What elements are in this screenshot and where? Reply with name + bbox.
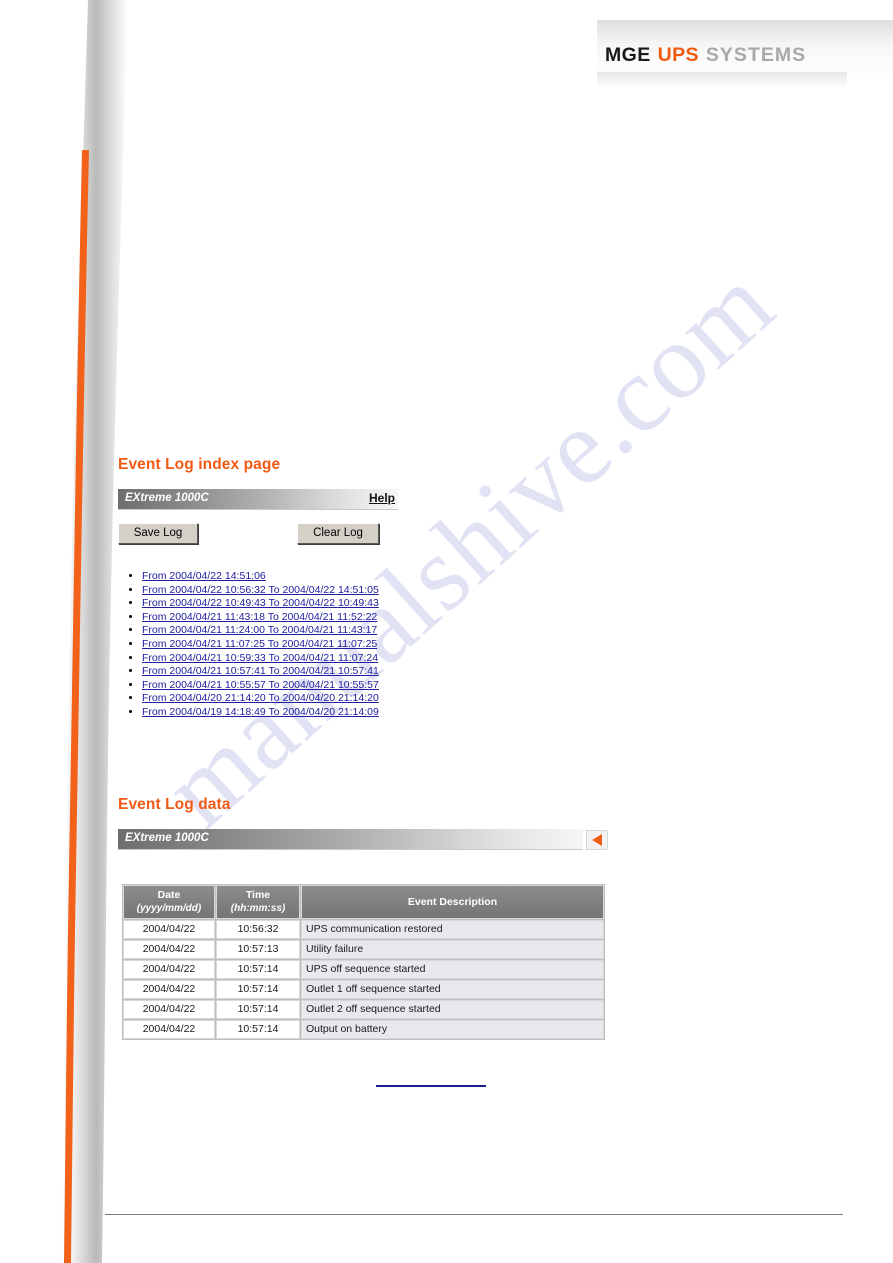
list-item: From 2004/04/21 10:59:33 To 2004/04/21 1… <box>142 652 379 666</box>
column-header-date-label: Date <box>157 889 181 901</box>
table-header-row: Date (yyyy/mm/dd) Time (hh:mm:ss) Event … <box>123 885 604 919</box>
list-item: From 2004/04/22 14:51:06 <box>142 570 379 584</box>
section-title-event-log-data: Event Log data <box>118 796 231 813</box>
event-log-range-link[interactable]: From 2004/04/22 10:56:32 To 2004/04/22 1… <box>142 584 379 596</box>
cell-event: Outlet 1 off sequence started <box>301 980 604 999</box>
event-log-range-link[interactable]: From 2004/04/22 14:51:06 <box>142 570 266 582</box>
index-device-name: EXtreme 1000C <box>125 492 209 504</box>
footer-divider <box>105 1214 843 1215</box>
table-row: 2004/04/22 10:57:14 Output on battery <box>123 1020 604 1039</box>
cell-event: UPS communication restored <box>301 920 604 939</box>
list-item: From 2004/04/21 11:24:00 To 2004/04/21 1… <box>142 624 379 638</box>
brand-logo: MGE UPS SYSTEMS <box>597 20 893 88</box>
column-header-date: Date (yyyy/mm/dd) <box>123 885 215 919</box>
cell-event: Utility failure <box>301 940 604 959</box>
list-item: From 2004/04/21 11:43:18 To 2004/04/21 1… <box>142 611 379 625</box>
cell-time: 10:57:14 <box>216 1000 300 1019</box>
table-row: 2004/04/22 10:57:13 Utility failure <box>123 940 604 959</box>
table-row: 2004/04/22 10:57:14 Outlet 1 off sequence … <box>123 980 604 999</box>
column-header-event-label: Event Description <box>407 895 498 908</box>
index-device-header-bar: EXtreme 1000C Help <box>118 489 398 510</box>
data-device-name: EXtreme 1000C <box>125 832 209 844</box>
cell-date: 2004/04/22 <box>123 1000 215 1019</box>
event-log-range-link[interactable]: From 2004/04/21 10:59:33 To 2004/04/21 1… <box>142 652 378 664</box>
cell-time: 10:57:14 <box>216 1020 300 1039</box>
back-arrow-icon[interactable] <box>586 830 608 850</box>
data-device-header-bar: EXtreme 1000C <box>118 829 583 850</box>
cell-event: Outlet 2 off sequence started <box>301 1000 604 1019</box>
event-log-range-link[interactable]: From 2004/04/20 21:14:20 To 2004/04/20 2… <box>142 692 379 704</box>
cell-time: 10:57:14 <box>216 960 300 979</box>
list-item: From 2004/04/21 10:55:57 To 2004/04/21 1… <box>142 679 379 693</box>
event-log-range-link[interactable]: From 2004/04/21 11:07:25 To 2004/04/21 1… <box>142 638 377 650</box>
help-link[interactable]: Help <box>369 491 395 505</box>
cell-date: 2004/04/22 <box>123 980 215 999</box>
column-header-event-description: Event Description <box>301 885 604 919</box>
table-body: 2004/04/22 10:56:32 UPS communication rest… <box>123 920 604 1039</box>
column-header-time: Time (hh:mm:ss) <box>216 885 300 919</box>
event-log-data-table: Date (yyyy/mm/dd) Time (hh:mm:ss) Event … <box>122 884 605 1040</box>
event-log-range-link[interactable]: From 2004/04/22 10:49:43 To 2004/04/22 1… <box>142 597 379 609</box>
cell-time: 10:57:14 <box>216 980 300 999</box>
logo-backdrop-lower <box>597 72 847 88</box>
column-header-time-unit: (hh:mm:ss) <box>230 903 286 914</box>
cell-time: 10:57:13 <box>216 940 300 959</box>
logo-text-ups: UPS <box>657 44 699 66</box>
bottom-empty-link[interactable] <box>376 1073 486 1087</box>
save-log-button[interactable]: Save Log <box>118 523 198 544</box>
list-item: From 2004/04/21 10:57:41 To 2004/04/21 1… <box>142 665 379 679</box>
column-header-date-unit: (yyyy/mm/dd) <box>136 903 202 914</box>
list-item: From 2004/04/21 11:07:25 To 2004/04/21 1… <box>142 638 379 652</box>
back-arrow-triangle <box>592 834 602 846</box>
event-log-range-link[interactable]: From 2004/04/21 10:55:57 To 2004/04/21 1… <box>142 679 379 691</box>
event-log-range-link[interactable]: From 2004/04/21 11:24:00 To 2004/04/21 1… <box>142 624 377 636</box>
event-log-range-link[interactable]: From 2004/04/21 11:43:18 To 2004/04/21 1… <box>142 611 377 623</box>
cell-time: 10:56:32 <box>216 920 300 939</box>
cell-date: 2004/04/22 <box>123 960 215 979</box>
table-row: 2004/04/22 10:57:14 Outlet 2 off sequence … <box>123 1000 604 1019</box>
table-row: 2004/04/22 10:57:14 UPS off sequence start… <box>123 960 604 979</box>
cell-date: 2004/04/22 <box>123 940 215 959</box>
list-item: From 2004/04/22 10:56:32 To 2004/04/22 1… <box>142 584 379 598</box>
logo-text-systems: SYSTEMS <box>705 44 807 66</box>
list-item: From 2004/04/20 21:14:20 To 2004/04/20 2… <box>142 692 379 706</box>
page-spine-orange-accent <box>0 0 130 1263</box>
page-spine-gray <box>0 0 130 1263</box>
cell-event: UPS off sequence started <box>301 960 604 979</box>
cell-date: 2004/04/22 <box>123 1020 215 1039</box>
column-header-time-label: Time <box>245 889 271 901</box>
event-log-range-link[interactable]: From 2004/04/19 14:18:49 To 2004/04/20 2… <box>142 706 379 718</box>
event-log-index-list: From 2004/04/22 14:51:06 From 2004/04/22 … <box>124 570 379 720</box>
section-title-event-log-index: Event Log index page <box>118 456 281 473</box>
list-item: From 2004/04/19 14:18:49 To 2004/04/20 2… <box>142 706 379 720</box>
clear-log-button[interactable]: Clear Log <box>297 523 379 544</box>
event-log-range-link[interactable]: From 2004/04/21 10:57:41 To 2004/04/21 1… <box>142 665 379 677</box>
cell-date: 2004/04/22 <box>123 920 215 939</box>
logo-wordmark: MGE UPS SYSTEMS <box>605 44 806 67</box>
cell-event: Output on battery <box>301 1020 604 1039</box>
table-row: 2004/04/22 10:56:32 UPS communication rest… <box>123 920 604 939</box>
watermark-text: manualshive.com <box>141 243 797 850</box>
list-item: From 2004/04/22 10:49:43 To 2004/04/22 1… <box>142 597 379 611</box>
logo-text-mge: MGE <box>605 44 651 66</box>
